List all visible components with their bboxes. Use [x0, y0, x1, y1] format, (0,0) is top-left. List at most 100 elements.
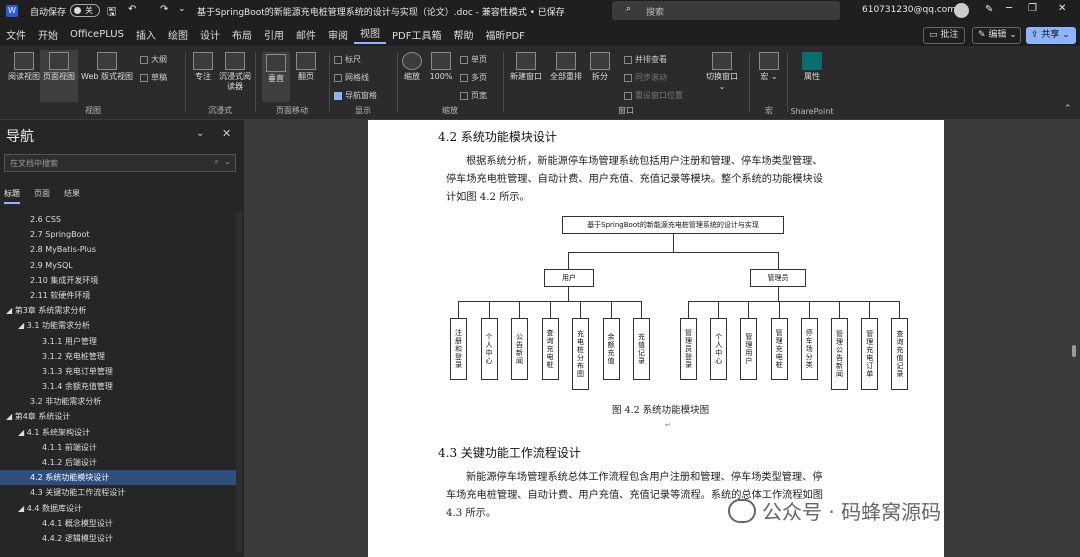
diagram-leaf: 个人中心 — [710, 318, 728, 380]
tab-11[interactable]: PDF工具箱 — [386, 27, 447, 42]
read-view-button[interactable]: 阅读视图 — [8, 52, 40, 82]
nav-heading-item[interactable]: 3.1.4 余额充值管理 — [0, 379, 236, 394]
view-side-by-side-button[interactable]: 并排查看 — [624, 54, 667, 65]
nav-options-icon[interactable]: ⌄ — [196, 128, 204, 139]
navigation-pane-checkbox[interactable]: 导航窗格 — [334, 90, 377, 101]
search-options-icon[interactable]: ⌄ — [224, 157, 231, 166]
tab-10[interactable]: 视图 — [353, 25, 386, 44]
nav-heading-item[interactable]: 4.4.2 逻辑模型设计 — [0, 531, 236, 546]
search-box[interactable]: ⌕ 搜索 — [612, 1, 840, 20]
nav-heading-item[interactable]: ◢ 3.1 功能需求分析 — [0, 318, 236, 333]
watermark: 公众号 · 码蜂窝源码 — [728, 496, 941, 525]
tab-1[interactable]: 开始 — [32, 27, 64, 42]
nav-tab-0[interactable]: 标题 — [4, 188, 20, 204]
pen-icon[interactable]: ✎ — [985, 4, 993, 15]
save-icon[interactable]: 🖫 — [107, 3, 116, 22]
outline-button[interactable]: 大纲 — [140, 54, 167, 65]
immersive-reader-button[interactable]: 沉浸式阅读器 — [218, 52, 252, 92]
share-button[interactable]: ⇪ 共享 ⌄ — [1026, 27, 1076, 44]
nav-heading-item[interactable]: 2.11 软硬件环境 — [0, 288, 236, 303]
tab-5[interactable]: 设计 — [194, 27, 226, 42]
draft-button[interactable]: 草稿 — [140, 72, 167, 83]
switch-windows-button[interactable]: 切换窗口 ⌄ — [702, 52, 742, 92]
tab-0[interactable]: 文件 — [0, 27, 32, 42]
nav-heading-item[interactable]: 4.3 关键功能工作流程设计 — [0, 485, 236, 500]
nav-heading-item[interactable]: 2.9 MySQL — [0, 258, 236, 273]
side-to-side-button[interactable]: 翻页 — [292, 52, 320, 82]
zoom-100-button[interactable]: 100% — [426, 52, 456, 82]
tab-2[interactable]: OfficePLUS — [64, 29, 130, 40]
print-layout-button[interactable]: 页面视图 — [40, 50, 78, 102]
nav-heading-item[interactable]: 3.1.2 充电桩管理 — [0, 349, 236, 364]
new-window-button[interactable]: 新建窗口 — [506, 52, 546, 82]
tab-13[interactable]: 福昕PDF — [479, 27, 530, 42]
heading-4-3[interactable]: 4.3 关键功能工作流程设计 — [438, 444, 581, 461]
document-page[interactable]: 4.2 系统功能模块设计 根据系统分析，新能源停车场管理系统包括用户注册和管理、… — [368, 120, 944, 557]
nav-heading-item[interactable]: 3.1.3 充电订单管理 — [0, 364, 236, 379]
diagram-admin: 管理员 — [750, 269, 806, 287]
page-width-button[interactable]: 页宽 — [460, 90, 487, 101]
split-icon — [590, 52, 610, 70]
nav-heading-item[interactable]: 2.6 CSS — [0, 212, 236, 227]
autosave-label: 自动保存 — [30, 8, 67, 18]
nav-heading-item[interactable]: 2.10 集成开发环境 — [0, 273, 236, 288]
nav-heading-item[interactable]: ◢ 第4章 系统设计 — [0, 409, 236, 424]
minimize-icon[interactable]: ─ — [1006, 3, 1012, 14]
nav-close-icon[interactable]: ✕ — [222, 127, 231, 140]
gridlines-checkbox[interactable]: 网格线 — [334, 72, 369, 83]
tab-9[interactable]: 审阅 — [322, 27, 354, 42]
edit-button[interactable]: ✎ 编辑 ⌄ — [972, 27, 1021, 44]
nav-tab-2[interactable]: 结果 — [64, 188, 80, 204]
multiple-pages-button[interactable]: 多页 — [460, 72, 487, 83]
views-group: 阅读视图 页面视图 Web 版式视图 大纲 草稿 视图 — [4, 48, 182, 118]
ruler-checkbox[interactable]: 标尺 — [334, 54, 361, 65]
nav-tab-1[interactable]: 页面 — [34, 188, 50, 204]
nav-heading-item[interactable]: 2.8 MyBatis-Plus — [0, 242, 236, 257]
redo-icon[interactable]: ↷ — [160, 4, 168, 15]
nav-heading-item[interactable]: ◢ 4.4 数据库设计 — [0, 501, 236, 516]
document-canvas[interactable]: 4.2 系统功能模块设计 根据系统分析，新能源停车场管理系统包括用户注册和管理、… — [244, 120, 1080, 557]
vertical-scrollbar[interactable] — [1072, 345, 1076, 357]
tab-8[interactable]: 邮件 — [290, 27, 322, 42]
zoom-button[interactable]: 缩放 — [400, 52, 424, 82]
draft-icon — [140, 73, 148, 82]
nav-heading-item[interactable]: 3.1.1 用户管理 — [0, 334, 236, 349]
autosave-toggle[interactable]: 关 — [70, 4, 100, 17]
tab-3[interactable]: 插入 — [130, 27, 162, 42]
web-layout-button[interactable]: Web 版式视图 — [78, 52, 136, 82]
avatar-icon[interactable] — [954, 3, 969, 18]
tab-6[interactable]: 布局 — [226, 27, 258, 42]
nav-heading-item[interactable]: 4.4.1 概念模型设计 — [0, 516, 236, 531]
focus-button[interactable]: 专注 — [190, 52, 216, 82]
vertical-button[interactable]: 垂直 — [262, 52, 290, 102]
zoom-group: 缩放 100% 单页 多页 页宽 缩放 — [400, 48, 500, 118]
tab-4[interactable]: 绘图 — [162, 27, 194, 42]
nav-heading-item[interactable]: ◢ 第3章 系统需求分析 — [0, 303, 236, 318]
ribbon-collapse-icon[interactable]: ⌃ — [1064, 104, 1072, 114]
nav-heading-item[interactable]: 3.2 非功能需求分析 — [0, 394, 236, 409]
diagram-leaf: 停车场分类 — [800, 318, 818, 380]
macros-button[interactable]: 宏 ⌄ — [756, 52, 782, 82]
account-name[interactable]: 610731230@qq.com — [862, 5, 956, 15]
arrange-all-button[interactable]: 全部重排 — [546, 52, 586, 82]
nav-heading-item[interactable]: 4.1.2 后端设计 — [0, 455, 236, 470]
sync-scroll-button[interactable]: 同步滚动 — [624, 72, 667, 83]
close-icon[interactable]: ✕ — [1058, 3, 1066, 14]
tab-7[interactable]: 引用 — [258, 27, 290, 42]
properties-button[interactable]: 属性 — [798, 52, 826, 82]
tab-12[interactable]: 帮助 — [447, 27, 479, 42]
reset-window-button[interactable]: 重设窗口位置 — [624, 90, 683, 101]
read-view-icon — [14, 52, 34, 70]
nav-heading-item[interactable]: 2.7 SpringBoot — [0, 227, 236, 242]
nav-search-input[interactable]: 在文档中搜索 ⌕ ⌄ — [4, 154, 236, 172]
nav-scrollbar[interactable] — [236, 212, 242, 552]
one-page-button[interactable]: 单页 — [460, 54, 487, 65]
nav-heading-item[interactable]: 4.2 系统功能模块设计 — [0, 470, 236, 486]
split-button[interactable]: 拆分 — [586, 52, 614, 82]
customize-qat-icon[interactable]: ⌄ — [178, 4, 186, 14]
undo-icon[interactable]: ↶ — [128, 4, 136, 15]
nav-heading-item[interactable]: ◢ 4.1 系统架构设计 — [0, 425, 236, 440]
nav-heading-item[interactable]: 4.1.1 前端设计 — [0, 440, 236, 455]
comment-button[interactable]: ▭ 批注 — [923, 27, 965, 44]
maximize-icon[interactable]: ❐ — [1028, 3, 1037, 14]
